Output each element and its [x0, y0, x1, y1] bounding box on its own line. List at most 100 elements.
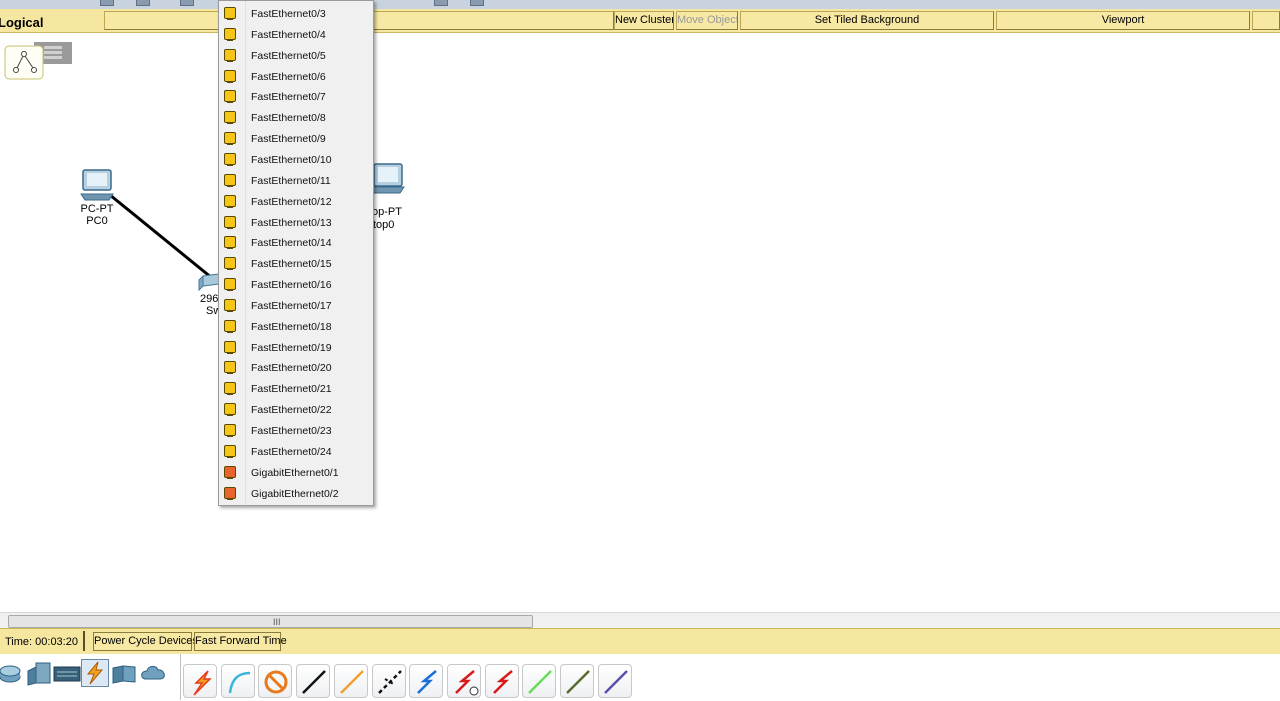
- octal-button[interactable]: [560, 664, 594, 698]
- port-menu-item[interactable]: FastEthernet0/16: [219, 275, 373, 296]
- no-connection-button[interactable]: [258, 664, 293, 698]
- port-menu-item[interactable]: FastEthernet0/24: [219, 442, 373, 463]
- port-menu-item[interactable]: FastEthernet0/9: [219, 129, 373, 150]
- power-cycle-devices-button[interactable]: Power Cycle Devices: [93, 632, 198, 651]
- end-devices-icon[interactable]: [110, 659, 138, 687]
- hubs-icon[interactable]: [53, 659, 81, 687]
- port-label: FastEthernet0/8: [251, 112, 326, 125]
- port-label: FastEthernet0/16: [251, 279, 332, 292]
- fastethernet-port-icon: [224, 319, 236, 333]
- port-label: FastEthernet0/12: [251, 195, 332, 208]
- console-cable-button[interactable]: [220, 664, 255, 698]
- horizontal-scrollbar[interactable]: III: [0, 612, 1280, 629]
- fastethernet-port-icon: [224, 278, 236, 292]
- port-menu-item[interactable]: GigabitEthernet0/1: [219, 463, 373, 484]
- fastethernet-port-icon: [224, 236, 236, 250]
- switches-icon[interactable]: [26, 659, 54, 687]
- port-menu-item[interactable]: GigabitEthernet0/2: [219, 484, 373, 505]
- gigabit-port-icon: [224, 486, 236, 500]
- port-label: FastEthernet0/7: [251, 91, 326, 104]
- toolbar-divider: [180, 654, 181, 700]
- port-menu-item[interactable]: FastEthernet0/13: [219, 213, 373, 234]
- fastethernet-port-icon: [224, 361, 236, 375]
- fastethernet-port-icon: [224, 173, 236, 187]
- iot-custom-cable-button[interactable]: [597, 664, 632, 698]
- port-menu-item[interactable]: FastEthernet0/15: [219, 254, 373, 275]
- copper-straight-through-icon: [302, 670, 326, 694]
- phone-icon: [417, 670, 437, 694]
- copper-cross-over-icon: [339, 670, 364, 694]
- device-name-label: top0: [373, 219, 395, 231]
- port-label: FastEthernet0/21: [251, 383, 332, 396]
- device-toolbar: [0, 654, 1280, 701]
- port-menu-item[interactable]: FastEthernet0/19: [219, 338, 373, 359]
- port-menu-item[interactable]: FastEthernet0/23: [219, 421, 373, 442]
- fastethernet-port-icon: [224, 90, 236, 104]
- connections-icon[interactable]: [81, 659, 109, 687]
- octal-icon: [566, 670, 590, 694]
- device-type-label: op-PT: [372, 206, 402, 218]
- port-label: FastEthernet0/11: [251, 174, 331, 187]
- coaxial-button[interactable]: [446, 664, 481, 698]
- fastethernet-port-icon: [224, 403, 236, 417]
- port-menu-item[interactable]: FastEthernet0/10: [219, 150, 373, 171]
- port-menu-item[interactable]: FastEthernet0/4: [219, 25, 373, 46]
- port-menu-item[interactable]: FastEthernet0/14: [219, 233, 373, 254]
- fastethernet-port-icon: [224, 298, 236, 312]
- port-menu-item[interactable]: FastEthernet0/18: [219, 317, 373, 338]
- port-menu-item[interactable]: FastEthernet0/8: [219, 108, 373, 129]
- port-label: FastEthernet0/9: [251, 133, 326, 146]
- iot-custom-cable-icon: [603, 670, 628, 694]
- phone-button[interactable]: [409, 664, 444, 698]
- fastethernet-port-icon: [224, 48, 236, 62]
- coaxial-icon: [455, 670, 479, 696]
- automatic-connection-icon: [193, 670, 212, 696]
- port-menu-item[interactable]: FastEthernet0/12: [219, 192, 373, 213]
- copper-cross-over-button[interactable]: [333, 664, 368, 698]
- fastethernet-port-icon: [224, 69, 236, 83]
- gigabit-port-icon: [224, 465, 236, 479]
- fastethernet-port-icon: [224, 132, 236, 146]
- port-menu-item[interactable]: FastEthernet0/3: [219, 4, 373, 25]
- device-type-label: PC-PT: [80, 203, 114, 215]
- port-label: FastEthernet0/24: [251, 445, 332, 458]
- serial-dce-button[interactable]: [484, 664, 519, 698]
- device-type-label: 296: [200, 293, 219, 305]
- port-menu-item[interactable]: FastEthernet0/7: [219, 87, 373, 108]
- wan-emulation-icon[interactable]: [140, 659, 168, 687]
- port-menu-item[interactable]: FastEthernet0/21: [219, 379, 373, 400]
- fastethernet-port-icon: [224, 194, 236, 208]
- routers-icon[interactable]: [0, 659, 28, 687]
- scrollbar-grip: III: [273, 617, 281, 627]
- scrollbar-thumb[interactable]: III: [8, 615, 533, 628]
- port-label: FastEthernet0/19: [251, 341, 332, 354]
- port-menu-item[interactable]: FastEthernet0/6: [219, 67, 373, 88]
- pc-device[interactable]: PC-PT PC0: [74, 168, 120, 227]
- fastethernet-port-icon: [224, 111, 236, 125]
- port-label: FastEthernet0/13: [251, 216, 332, 229]
- port-menu-item[interactable]: FastEthernet0/5: [219, 46, 373, 67]
- serial-dte-button[interactable]: [522, 664, 557, 698]
- fastethernet-port-icon: [224, 444, 236, 458]
- serial-dce-icon: [492, 670, 513, 694]
- port-label: FastEthernet0/6: [251, 70, 326, 83]
- port-label: FastEthernet0/18: [251, 320, 332, 333]
- port-label: FastEthernet0/4: [251, 28, 326, 41]
- copper-straight-through-button[interactable]: [296, 664, 331, 698]
- fastethernet-port-icon: [224, 152, 236, 166]
- port-label: FastEthernet0/15: [251, 258, 332, 271]
- fastethernet-port-icon: [224, 27, 236, 41]
- automatic-connection-button[interactable]: [183, 664, 217, 698]
- port-menu-item[interactable]: FastEthernet0/11: [219, 171, 373, 192]
- pc-icon: [80, 169, 114, 201]
- port-menu-item[interactable]: FastEthernet0/17: [219, 296, 373, 317]
- port-label: FastEthernet0/14: [251, 237, 332, 250]
- fiber-button[interactable]: [371, 664, 406, 698]
- realtime-status-bar: Time: 00:03:20 Power Cycle Devices Fast …: [0, 628, 1280, 655]
- port-label: FastEthernet0/17: [251, 299, 332, 312]
- fast-forward-time-button[interactable]: Fast Forward Time: [194, 632, 287, 651]
- port-menu-item[interactable]: FastEthernet0/20: [219, 358, 373, 379]
- fiber-icon: [377, 670, 402, 694]
- port-menu-item[interactable]: FastEthernet0/22: [219, 400, 373, 421]
- port-label: FastEthernet0/22: [251, 404, 332, 417]
